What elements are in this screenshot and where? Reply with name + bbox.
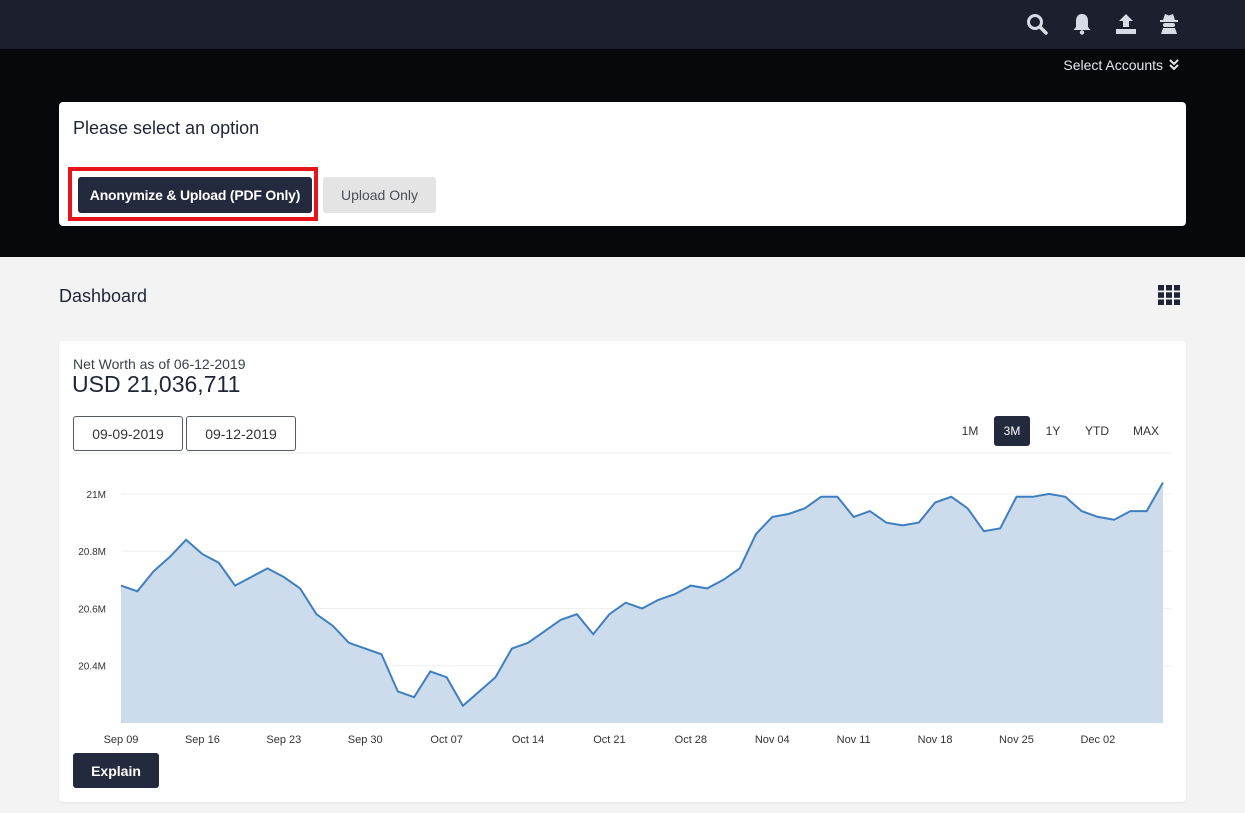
range-ytd-button[interactable]: YTD	[1077, 416, 1117, 446]
range-max-button[interactable]: MAX	[1125, 416, 1167, 446]
net-worth-label: Net Worth as of 06-12-2019	[73, 356, 246, 372]
upload-icon[interactable]	[1114, 12, 1138, 36]
upload-option-panel: Please select an option Anonymize & Uplo…	[59, 102, 1186, 226]
x-tick-label: Oct 07	[430, 734, 462, 746]
select-accounts-dropdown[interactable]: Select Accounts	[1063, 57, 1179, 73]
start-date-input[interactable]	[73, 416, 183, 451]
option-panel-title: Please select an option	[73, 118, 260, 138]
upload-only-button[interactable]: Upload Only	[323, 177, 436, 213]
x-tick-label: Oct 21	[593, 734, 625, 746]
net-worth-chart: 20.4M 20.6M 20.8M 21M Sep 09 Sep 16 Sep 23 Sep …	[73, 452, 1172, 746]
range-1y-button[interactable]: 1Y	[1037, 416, 1069, 446]
end-date-input[interactable]	[186, 416, 296, 451]
y-tick-label: 21M	[87, 490, 106, 501]
y-tick-label: 20.8M	[78, 547, 106, 558]
net-worth-card: Net Worth as of 06-12-2019 USD 21,036,71…	[59, 341, 1186, 802]
anonymize-upload-button[interactable]: Anonymize & Upload (PDF Only)	[78, 177, 312, 213]
y-tick-label: 20.4M	[78, 662, 106, 673]
range-3m-button[interactable]: 3M	[994, 416, 1030, 446]
search-icon[interactable]	[1025, 12, 1049, 36]
range-1m-button[interactable]: 1M	[953, 416, 987, 446]
double-chevron-down-icon	[1169, 59, 1179, 71]
bell-icon[interactable]	[1070, 12, 1094, 36]
x-tick-label: Sep 23	[266, 734, 301, 746]
y-tick-label: 20.6M	[78, 604, 106, 615]
net-worth-area	[121, 482, 1163, 723]
x-tick-label: Dec 02	[1080, 734, 1115, 746]
x-tick-label: Sep 16	[185, 734, 220, 746]
top-bar	[0, 0, 1245, 49]
x-tick-label: Oct 14	[512, 734, 544, 746]
x-tick-label: Oct 28	[675, 734, 707, 746]
select-accounts-label: Select Accounts	[1063, 57, 1163, 73]
x-tick-label: Sep 30	[348, 734, 383, 746]
x-tick-label: Nov 25	[999, 734, 1034, 746]
x-tick-label: Nov 11	[837, 734, 871, 746]
explain-button[interactable]: Explain	[73, 753, 159, 788]
x-tick-label: Nov 18	[918, 734, 953, 746]
x-tick-label: Nov 04	[755, 734, 790, 746]
x-tick-label: Sep 09	[104, 734, 139, 746]
spy-icon[interactable]	[1157, 12, 1181, 36]
grid-icon[interactable]	[1158, 285, 1180, 305]
dashboard-title: Dashboard	[59, 286, 148, 306]
net-worth-value: USD 21,036,711	[72, 371, 241, 397]
